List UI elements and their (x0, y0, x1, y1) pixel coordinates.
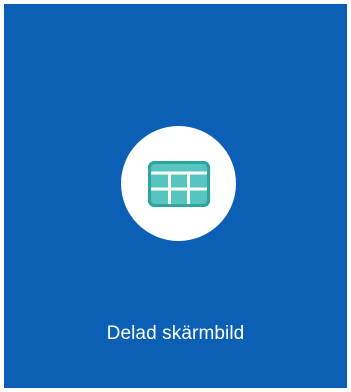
icon-circle (121, 126, 236, 241)
grid-layout-icon (147, 160, 210, 207)
tile-label: Delad skärmbild (106, 323, 245, 344)
shared-screen-tile[interactable]: Delad skärmbild (4, 4, 347, 388)
